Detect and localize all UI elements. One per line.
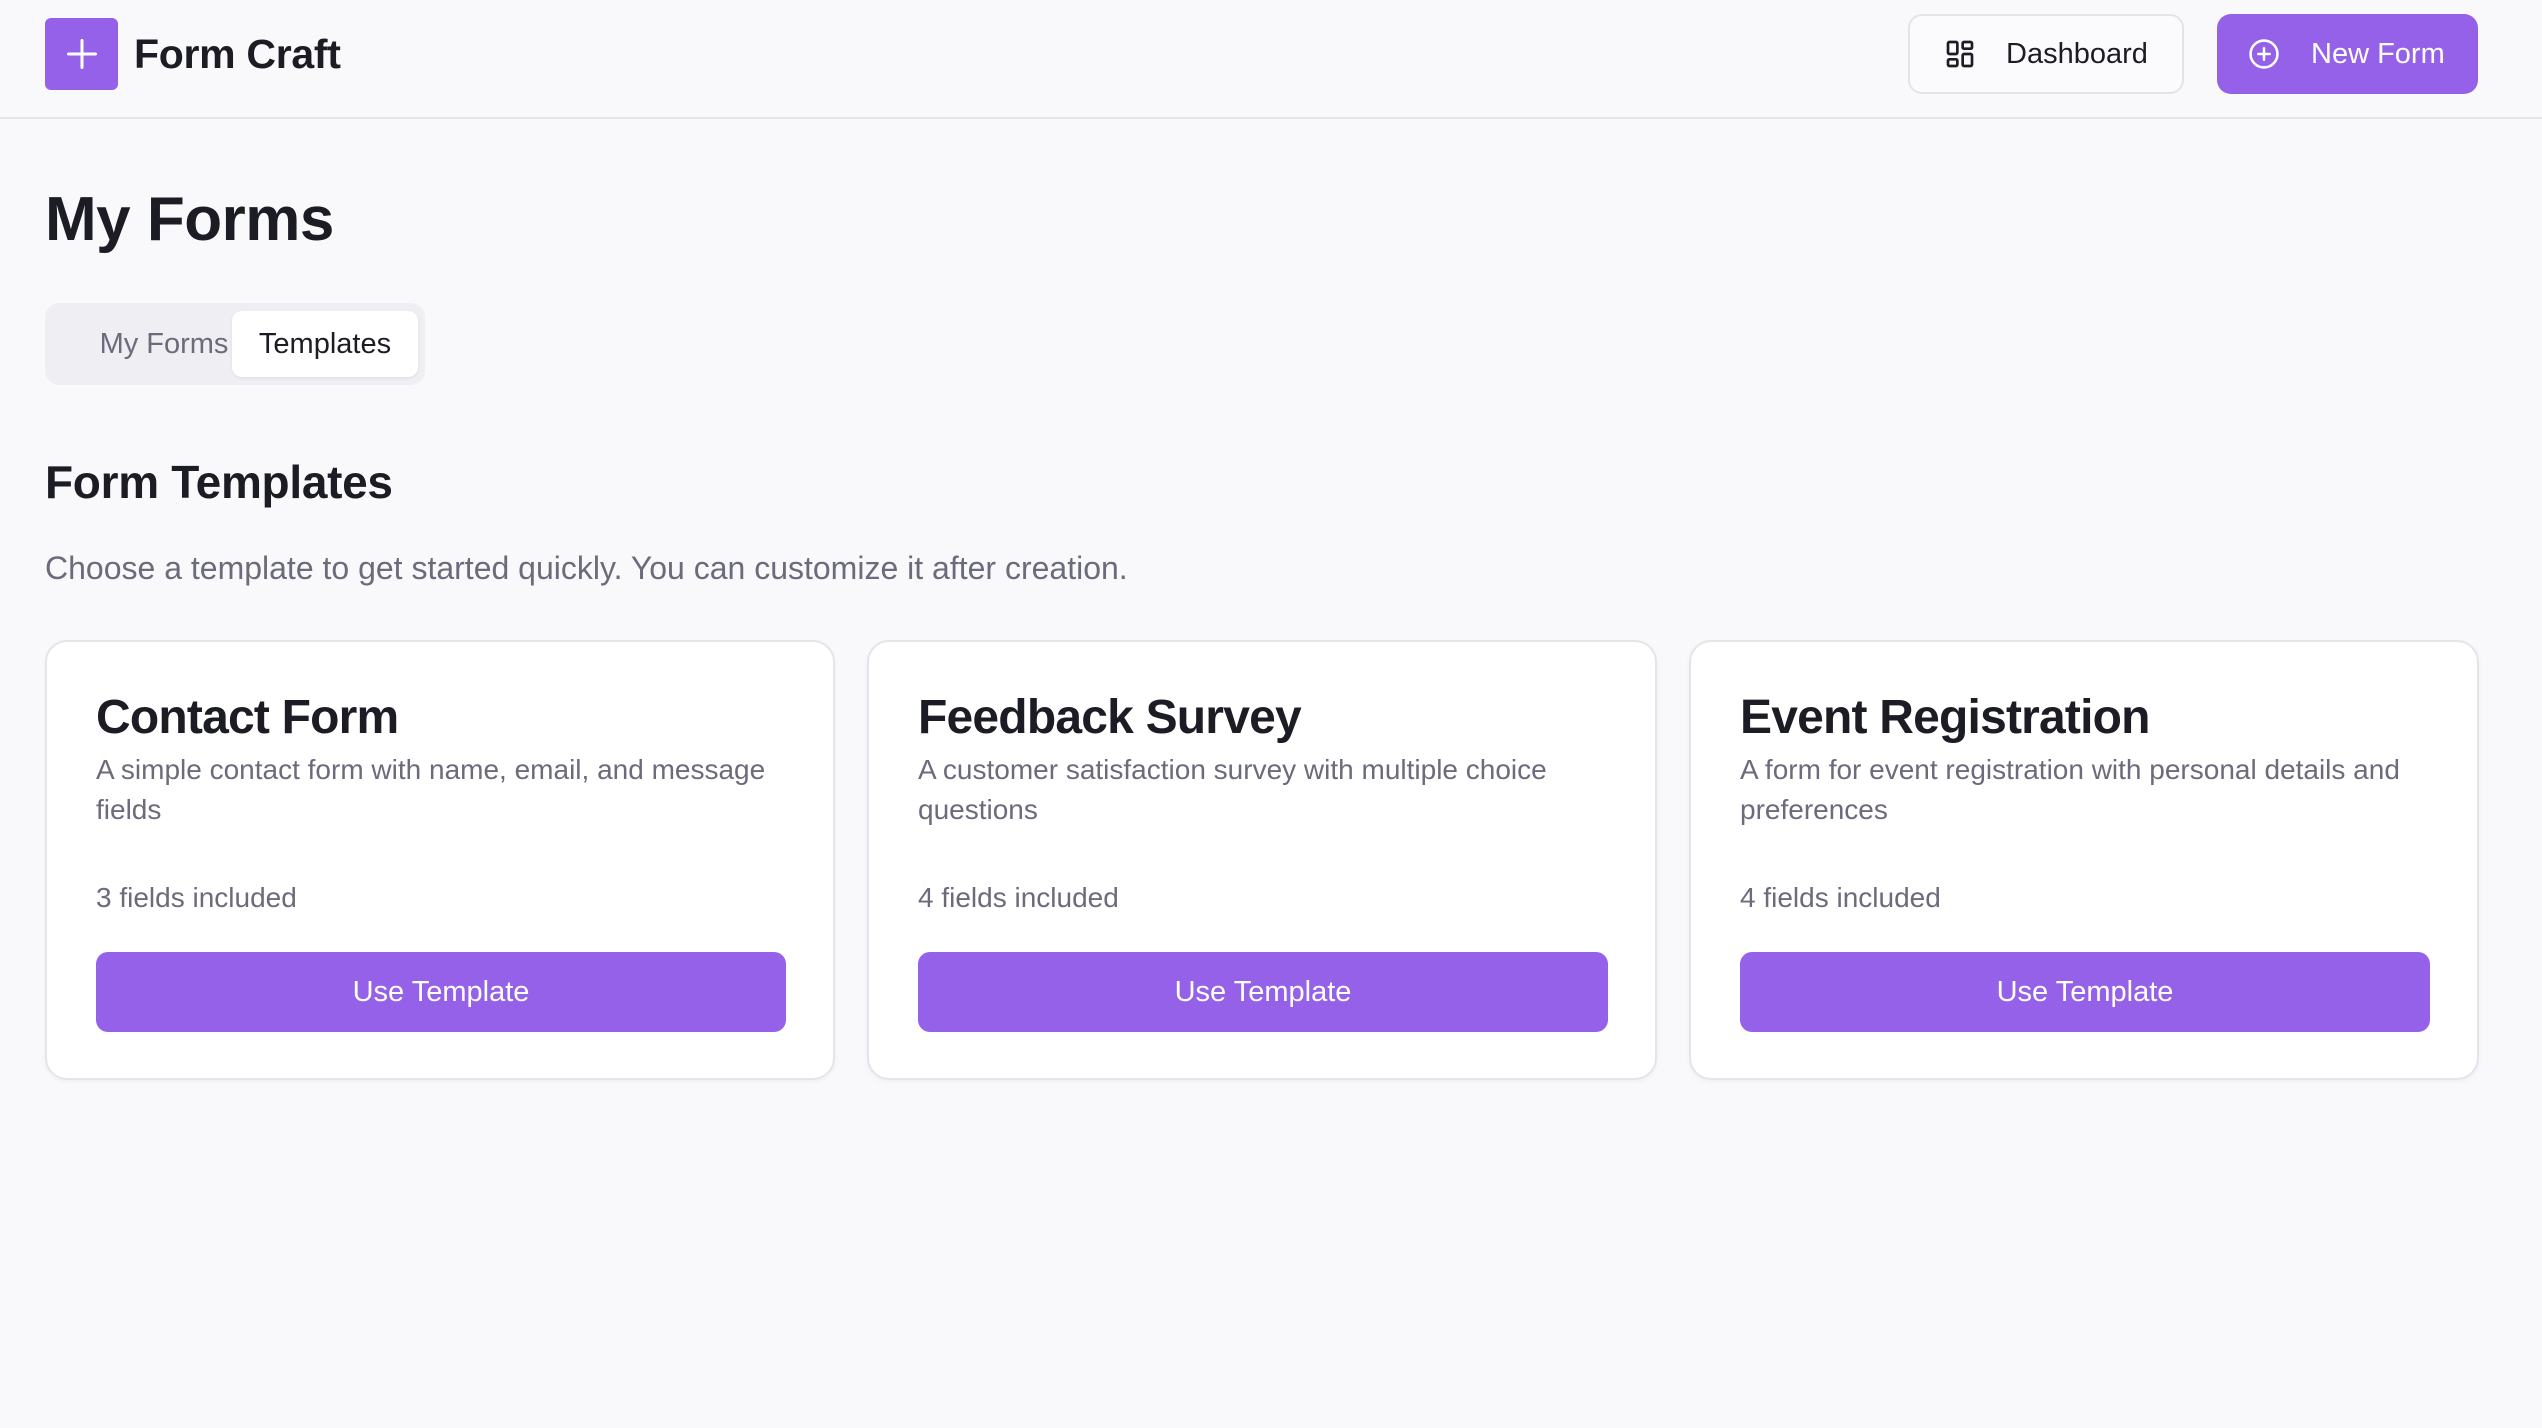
template-card-description: A form for event registration with perso… xyxy=(1740,754,2400,825)
section-title: Form Templates xyxy=(45,456,393,508)
template-card-feedback-survey: Feedback Survey A customer satisfaction … xyxy=(867,640,1657,1080)
tab-list: My Forms Templates xyxy=(45,303,425,385)
use-template-button[interactable]: Use Template xyxy=(1740,952,2430,1032)
new-form-button-label: New Form xyxy=(2311,37,2445,70)
app-title[interactable]: Form Craft xyxy=(134,28,341,80)
top-bar: Form Craft Dashboard New Form xyxy=(0,0,2542,119)
template-card-title: Contact Form xyxy=(96,691,399,744)
template-card-description: A customer satisfaction survey with mult… xyxy=(918,754,1547,825)
template-card-field-count: 3 fields included xyxy=(96,882,297,913)
tab-templates[interactable]: Templates xyxy=(232,311,418,377)
new-form-button[interactable]: New Form xyxy=(2217,14,2478,94)
use-template-button[interactable]: Use Template xyxy=(96,952,786,1032)
template-card-event-registration: Event Registration A form for event regi… xyxy=(1689,640,2479,1080)
grid-icon xyxy=(1946,40,1974,68)
logo[interactable] xyxy=(45,18,118,90)
template-card-field-count: 4 fields included xyxy=(918,882,1119,913)
plus-icon xyxy=(66,39,97,69)
template-card-contact-form: Contact Form A simple contact form with … xyxy=(45,640,835,1080)
dashboard-button[interactable]: Dashboard xyxy=(1908,14,2184,94)
page-title: My Forms xyxy=(45,185,334,254)
template-card-title: Feedback Survey xyxy=(918,691,1302,744)
template-card-field-count: 4 fields included xyxy=(1740,882,1941,913)
dashboard-button-label: Dashboard xyxy=(2006,37,2148,70)
section-description: Choose a template to get started quickly… xyxy=(45,550,1128,586)
plus-circle-icon xyxy=(2249,39,2279,69)
template-card-description: A simple contact form with name, email, … xyxy=(96,754,766,825)
template-card-title: Event Registration xyxy=(1740,691,2150,744)
use-template-button[interactable]: Use Template xyxy=(918,952,1608,1032)
